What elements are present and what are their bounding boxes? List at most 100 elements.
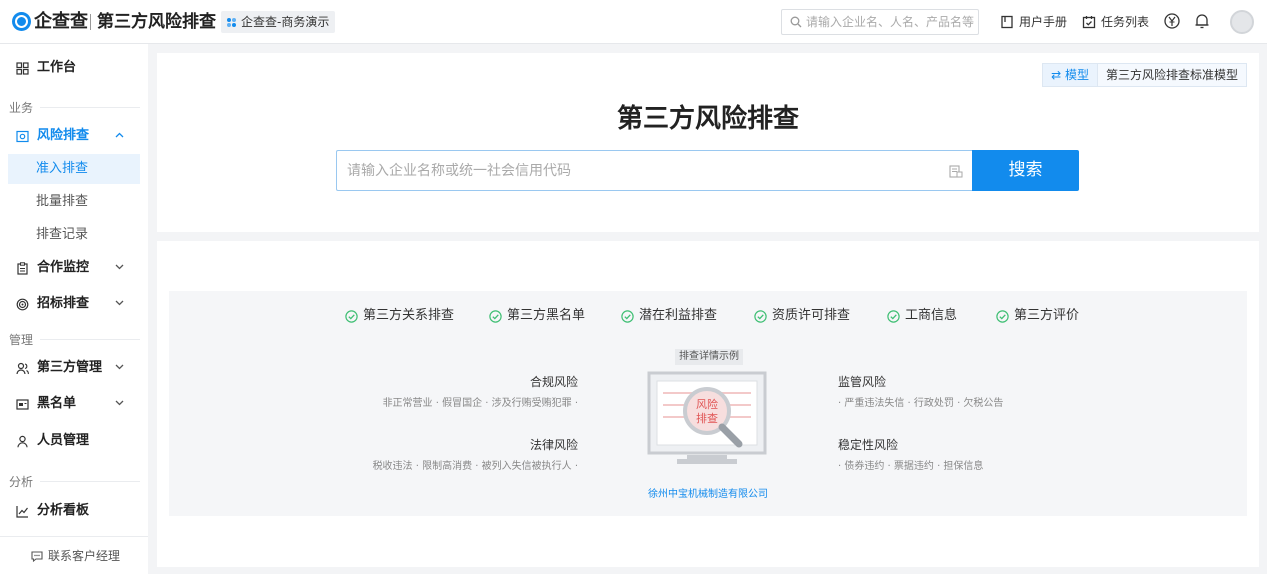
sidebar-item-label: 招标排查 xyxy=(37,296,90,311)
workspace-icon xyxy=(227,18,236,27)
sidebar-subitem-admission[interactable]: 准入排查 xyxy=(8,154,140,184)
section-divider xyxy=(40,107,140,108)
top-bar: 企查查 第三方风险排查 企查查-商务演示 用户手册 任务列表 xyxy=(0,0,1267,44)
feature-item: 第三方关系排查 xyxy=(345,307,454,325)
sidebar-item-label: 分析看板 xyxy=(37,503,90,518)
task-icon xyxy=(1082,16,1096,29)
task-list-label: 任务列表 xyxy=(1101,15,1150,29)
global-search-input[interactable] xyxy=(806,13,974,31)
feature-item: 资质许可排查 xyxy=(754,307,850,325)
task-list-link[interactable]: 任务列表 xyxy=(1082,12,1149,32)
chevron-up-icon xyxy=(115,132,124,138)
company-search-input[interactable] xyxy=(347,161,927,181)
search-card: ⇄ 模型 第三方风险排查标准模型 第三方风险排查 搜索 xyxy=(157,53,1259,232)
sidebar-item-label: 风险排查 xyxy=(37,128,90,143)
chart-line-icon xyxy=(16,505,28,518)
chevron-down-icon xyxy=(115,300,124,306)
chevron-down-icon xyxy=(115,400,124,406)
avatar[interactable] xyxy=(1230,10,1254,34)
sidebar-subitem-records[interactable]: 排查记录 xyxy=(8,220,140,250)
chevron-down-icon xyxy=(115,364,124,370)
user-manual-label: 用户手册 xyxy=(1019,15,1068,29)
blacklist-icon xyxy=(16,398,29,410)
check-circle-icon xyxy=(345,309,358,323)
logo-text[interactable]: 企查查 xyxy=(34,10,88,34)
risk-check-illustration: 风险 排查 xyxy=(647,371,767,464)
feature-label: 潜在利益排查 xyxy=(639,308,718,323)
chevron-down-icon xyxy=(115,264,124,270)
model-name: 第三方风险排查标准模型 xyxy=(1105,68,1238,82)
sidebar-item-analysis-board[interactable]: 分析看板 xyxy=(8,496,140,526)
feature-panel: 第三方关系排查 第三方黑名单 潜在利益排查 资质许可排查 工商信息 第三方评价 … xyxy=(169,291,1247,516)
risk-title-compliance: 合规风险 xyxy=(529,375,578,389)
sidebar-item-label: 第三方管理 xyxy=(37,360,103,375)
target-icon xyxy=(16,298,29,310)
app-title: 第三方风险排查 xyxy=(97,12,216,32)
global-search[interactable] xyxy=(781,9,979,35)
sidebar-item-bid-check[interactable]: 招标排查 xyxy=(8,289,140,319)
sidebar-item-third-party-mgmt[interactable]: 第三方管理 xyxy=(8,353,140,383)
batch-scan-icon[interactable] xyxy=(949,165,963,178)
logo-divider xyxy=(90,14,91,30)
feature-label: 第三方黑名单 xyxy=(507,308,586,323)
risk-desc-regulatory: · 严重违法失信 · 行政处罚 · 欠税公告 xyxy=(838,398,1004,409)
sidebar-item-label: 黑名单 xyxy=(37,396,77,411)
risk-check-icon xyxy=(16,130,29,142)
illus-text-check: 排查 xyxy=(696,411,718,425)
risk-title-stability: 稳定性风险 xyxy=(838,438,899,452)
check-circle-icon xyxy=(621,309,634,323)
page-title: 第三方风险排查 xyxy=(616,104,799,134)
check-circle-icon xyxy=(489,309,502,323)
grid-icon xyxy=(16,61,29,75)
user-manual-link[interactable]: 用户手册 xyxy=(1000,12,1067,32)
logo-icon[interactable] xyxy=(12,12,31,31)
check-circle-icon xyxy=(754,309,767,323)
feature-card: 第三方关系排查 第三方黑名单 潜在利益排查 资质许可排查 工商信息 第三方评价 … xyxy=(157,241,1259,567)
chat-icon xyxy=(31,551,43,562)
risk-title-legal: 法律风险 xyxy=(529,438,578,452)
risk-desc-compliance: 非正常营业 · 假冒国企 · 涉及行贿受贿犯罪 · xyxy=(382,398,578,409)
book-icon xyxy=(1001,15,1013,29)
user-icon xyxy=(17,435,28,447)
yuan-icon[interactable] xyxy=(1163,12,1181,30)
feature-item: 潜在利益排查 xyxy=(621,307,717,325)
section-divider xyxy=(40,481,140,482)
feature-item: 第三方黑名单 xyxy=(489,307,585,325)
sidebar-item-blacklist[interactable]: 黑名单 xyxy=(8,389,140,419)
feature-label: 第三方评价 xyxy=(1014,308,1080,323)
risk-desc-stability: · 债券违约 · 票据违约 · 担保信息 xyxy=(838,461,984,472)
sidebar-item-label: 合作监控 xyxy=(37,260,90,275)
bell-icon[interactable] xyxy=(1193,12,1211,30)
search-icon xyxy=(790,16,802,28)
sidebar-item-coop-monitor[interactable]: 合作监控 xyxy=(8,253,140,283)
check-circle-icon xyxy=(887,309,900,323)
model-selector[interactable]: ⇄ 模型 第三方风险排查标准模型 xyxy=(1042,63,1247,87)
feature-item: 第三方评价 xyxy=(996,307,1079,325)
model-label: ⇄ 模型 xyxy=(1043,64,1098,86)
section-label-business: 业务 xyxy=(9,101,34,115)
section-label-analysis: 分析 xyxy=(9,475,34,489)
demo-company-link[interactable]: 徐州中宝机械制造有限公司 xyxy=(169,485,1247,500)
demo-label: 排查详情示例 xyxy=(675,349,743,365)
check-circle-icon xyxy=(996,309,1009,323)
sidebar: 工作台 业务 风险排查 准入排查 批量排查 排查记录 合作监控 招标排查 管理 … xyxy=(0,44,148,574)
workspace-switcher[interactable]: 企查查-商务演示 xyxy=(221,11,336,33)
section-label-manage: 管理 xyxy=(9,333,34,347)
sidebar-item-people-mgmt[interactable]: 人员管理 xyxy=(8,426,140,456)
illus-text-risk: 风险 xyxy=(696,397,718,411)
clipboard-icon xyxy=(17,261,28,275)
risk-title-regulatory: 监管风险 xyxy=(838,375,887,389)
feature-label: 第三方关系排查 xyxy=(363,308,455,323)
feature-label: 资质许可排查 xyxy=(772,308,851,323)
search-button[interactable]: 搜索 xyxy=(972,150,1079,191)
company-search-box[interactable] xyxy=(336,150,973,191)
contact-manager-button[interactable]: 联系客户经理 xyxy=(0,536,148,574)
sidebar-item-workbench[interactable]: 工作台 xyxy=(8,53,140,83)
feature-item: 工商信息 xyxy=(887,307,957,325)
sidebar-subitem-batch[interactable]: 批量排查 xyxy=(8,187,140,217)
sidebar-item-risk-check[interactable]: 风险排查 xyxy=(8,121,140,151)
contact-manager-label: 联系客户经理 xyxy=(48,549,121,563)
sidebar-item-label: 人员管理 xyxy=(37,433,90,448)
users-icon xyxy=(16,362,29,374)
feature-label: 工商信息 xyxy=(905,308,958,323)
